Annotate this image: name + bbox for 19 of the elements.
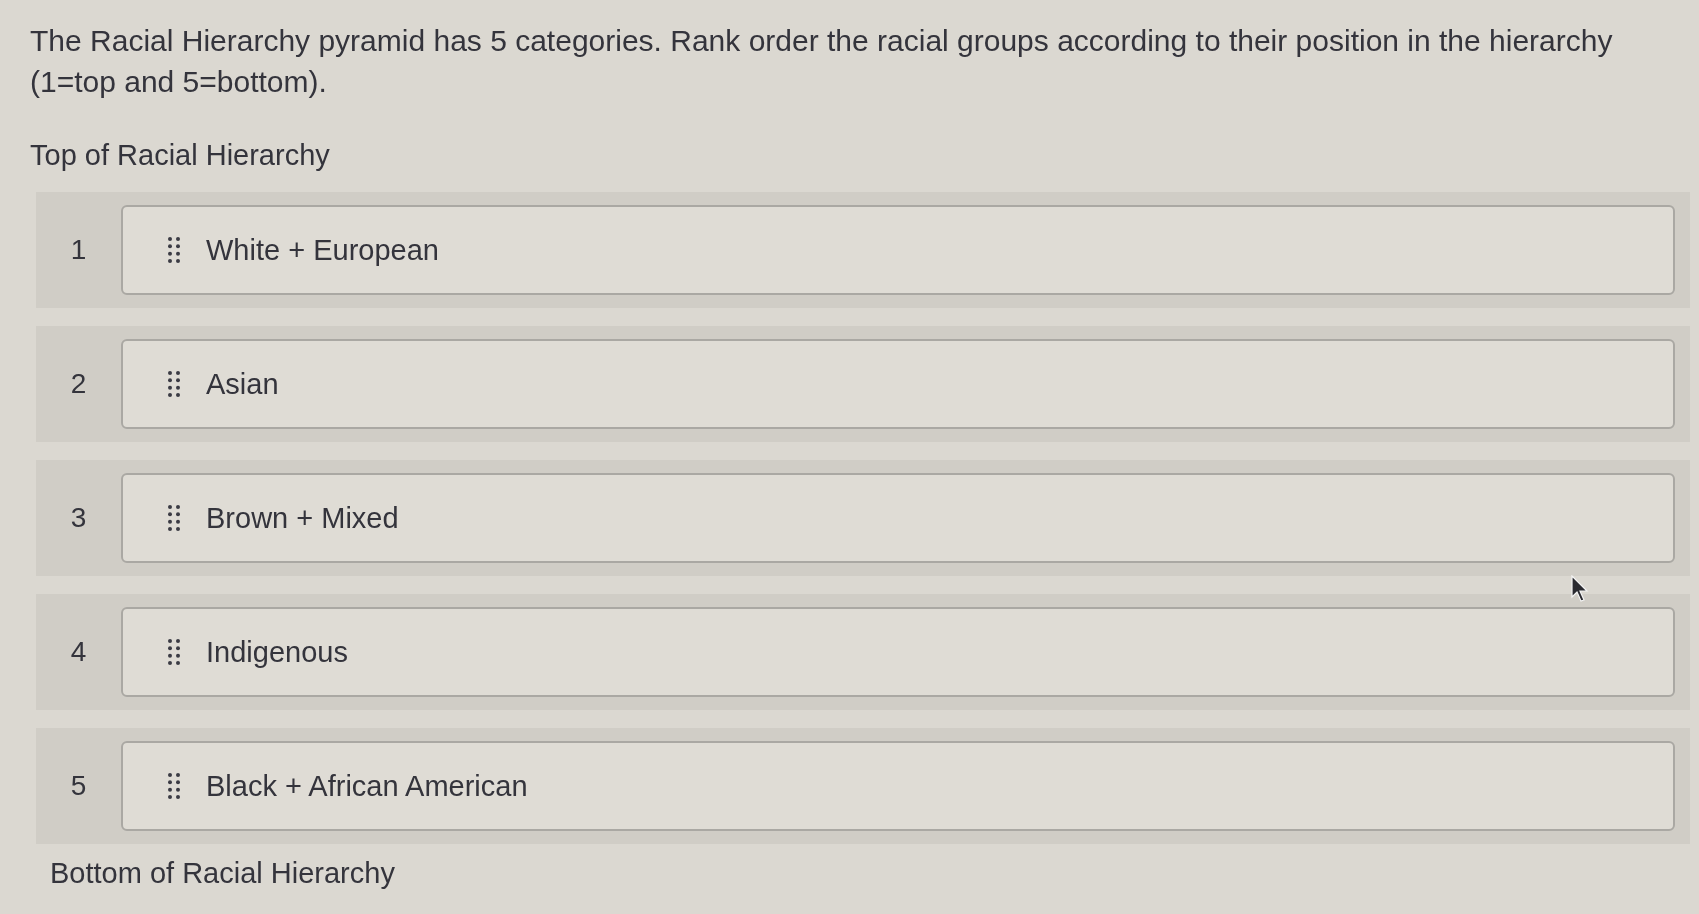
rank-number: 1 (70, 234, 87, 266)
draggable-answer-item[interactable]: Black + African American (121, 741, 1675, 831)
rank-number: 3 (70, 502, 87, 534)
drag-handle-icon (168, 505, 180, 531)
drag-handle-icon (168, 639, 180, 665)
top-label: Top of Racial Hierarchy (30, 138, 330, 172)
drag-handle-icon (168, 237, 180, 263)
rank-number: 2 (70, 368, 87, 400)
draggable-answer-item[interactable]: Brown + Mixed (121, 473, 1675, 563)
drag-handle-icon (168, 371, 180, 397)
rank-number: 4 (70, 636, 87, 668)
rank-number: 5 (70, 770, 87, 802)
draggable-answer-item[interactable]: Indigenous (121, 607, 1675, 697)
draggable-answer-item[interactable]: White + European (121, 205, 1675, 295)
mouse-pointer-icon (1571, 575, 1589, 603)
drag-handle-icon (168, 773, 180, 799)
bottom-label: Bottom of Racial Hierarchy (50, 856, 395, 890)
question-text: The Racial Hierarchy pyramid has 5 categories. Rank order the racial groups according to their position in the hierarchy (1=top and 5=bottom). (30, 23, 1614, 100)
draggable-answer-item[interactable]: Asian (121, 339, 1675, 429)
